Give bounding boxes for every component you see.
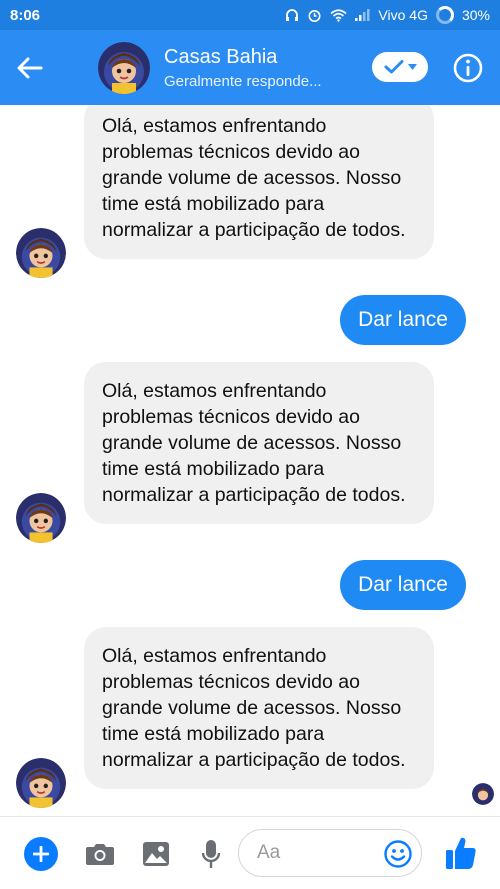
microphone-icon xyxy=(201,840,221,868)
page-subtitle: Geralmente responde... xyxy=(164,73,322,90)
smiley-icon xyxy=(384,840,412,868)
sender-avatar xyxy=(16,758,66,808)
battery-level: 30% xyxy=(461,7,490,23)
check-icon xyxy=(384,60,403,74)
image-icon xyxy=(143,842,169,866)
carrier-label: Vivo 4G xyxy=(378,7,428,23)
header-text[interactable]: Casas Bahia Geralmente responde... xyxy=(164,45,322,90)
chevron-down-icon xyxy=(407,64,417,70)
incoming-message: Olá, estamos enfrentando problemas técni… xyxy=(84,627,434,789)
voice-button[interactable] xyxy=(196,837,226,871)
incoming-message: Olá, estamos enfrentando problemas técni… xyxy=(84,105,434,259)
status-bar: 8:06 Vivo 4G 30% xyxy=(0,0,500,30)
headphones-icon xyxy=(285,8,299,22)
more-actions-button[interactable] xyxy=(24,837,58,871)
camera-button[interactable] xyxy=(82,837,118,871)
back-button[interactable] xyxy=(0,30,60,105)
seen-indicator-avatar xyxy=(472,783,494,805)
page-title: Casas Bahia xyxy=(164,46,278,68)
page-avatar[interactable] xyxy=(98,41,150,94)
emoji-button[interactable] xyxy=(383,839,413,869)
back-arrow-icon xyxy=(17,57,43,78)
thumbs-up-icon xyxy=(446,837,476,869)
message-composer xyxy=(0,816,500,889)
message-list[interactable]: Olá, estamos enfrentando problemas técni… xyxy=(0,105,500,816)
wifi-icon xyxy=(330,8,347,22)
outgoing-message: Dar lance xyxy=(340,560,466,610)
battery-icon xyxy=(435,6,454,24)
incoming-message: Olá, estamos enfrentando problemas técni… xyxy=(84,362,434,524)
plus-icon xyxy=(33,846,49,862)
outgoing-message: Dar lance xyxy=(340,295,466,345)
camera-icon xyxy=(86,844,114,865)
signal-icon xyxy=(355,9,370,21)
sender-avatar xyxy=(16,228,66,278)
verified-dropdown-button[interactable] xyxy=(372,52,428,82)
like-button[interactable] xyxy=(443,833,479,873)
sender-avatar xyxy=(16,493,66,543)
status-time: 8:06 xyxy=(10,6,41,24)
info-icon xyxy=(453,53,483,83)
chat-header: Casas Bahia Geralmente responde... xyxy=(0,30,500,105)
info-button[interactable] xyxy=(452,52,484,84)
alarm-icon xyxy=(307,8,322,23)
gallery-button[interactable] xyxy=(139,837,173,871)
